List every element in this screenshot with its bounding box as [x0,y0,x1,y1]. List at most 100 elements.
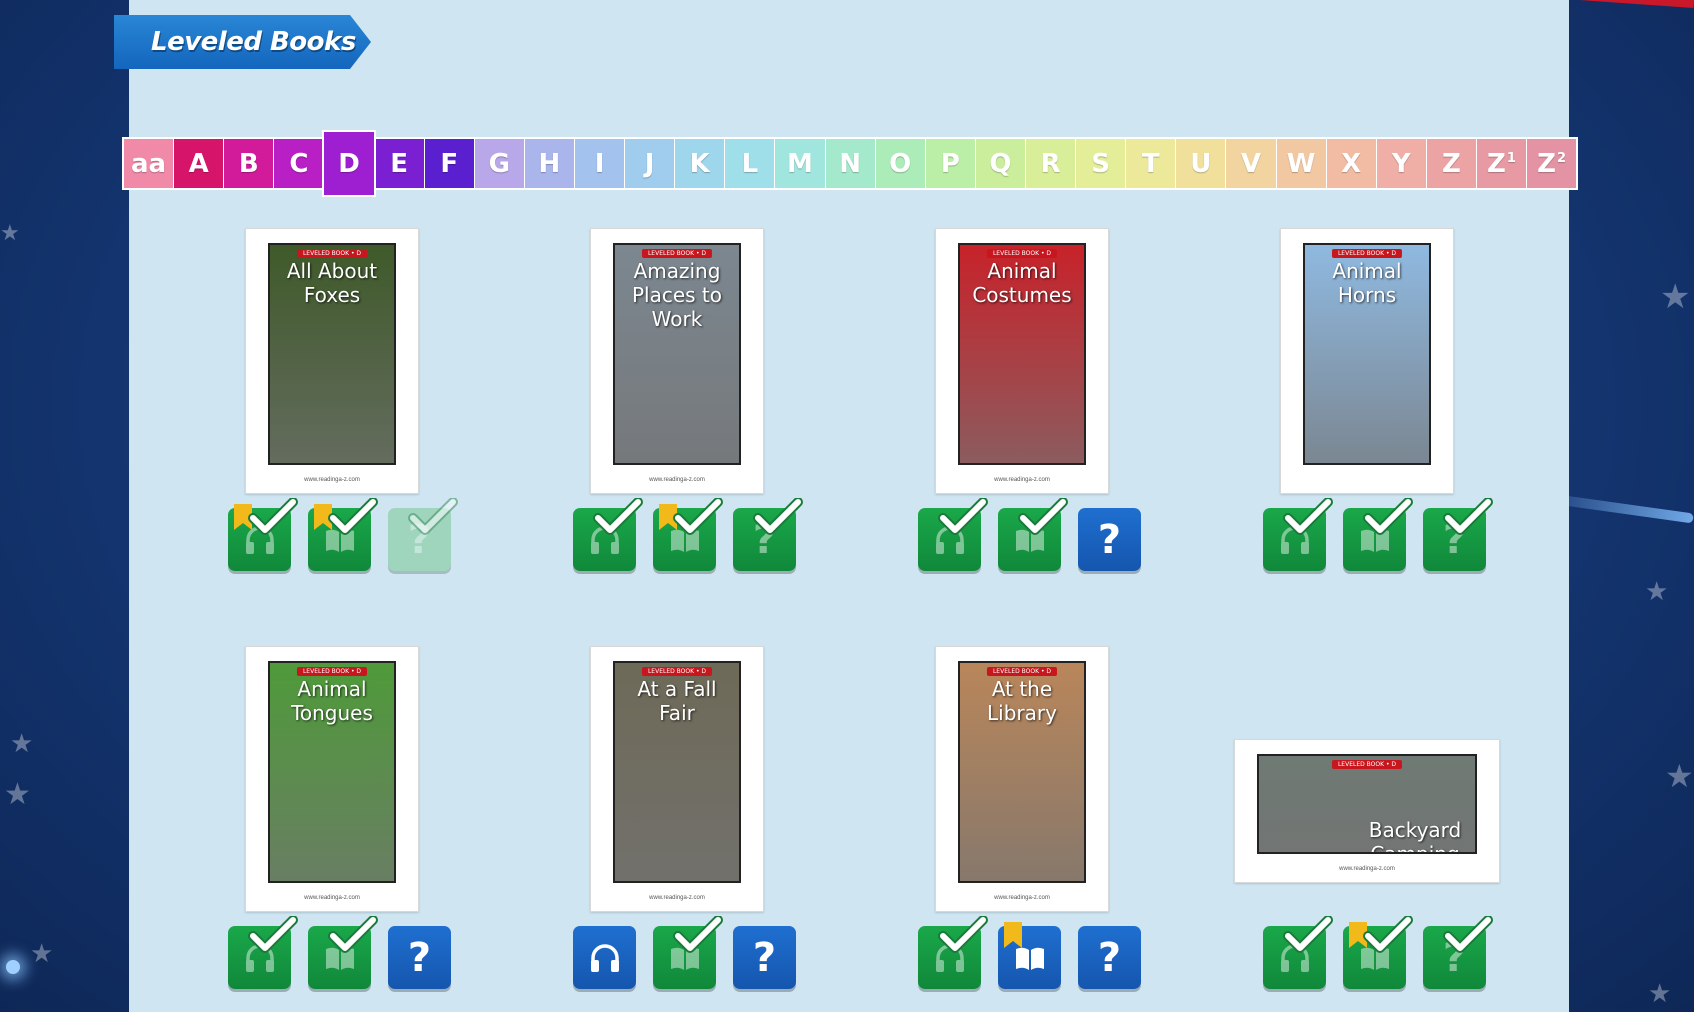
level-tab-b[interactable]: B [224,139,274,188]
listen-button[interactable] [228,498,298,571]
star-decoration: ★ [1645,576,1669,606]
book-title: Animal Horns [1332,259,1402,307]
level-tab-v[interactable]: V [1226,139,1276,188]
book-cover[interactable]: LEVELED BOOK • D Animal Tongues www.readin… [245,646,419,912]
cover-level-tag: LEVELED BOOK • D [1331,249,1403,258]
level-tab-label: G [488,148,510,179]
quiz-button[interactable]: ? [388,926,451,989]
level-tab-u[interactable]: U [1176,139,1226,188]
level-tab-z2[interactable]: Z2 [1527,139,1577,188]
cover-image: LEVELED BOOK • D Animal Costumes [958,243,1086,465]
level-tab-label: K [689,148,710,179]
listen-button[interactable] [1263,916,1333,989]
level-tab-z[interactable]: Z [1426,139,1476,188]
cover-level-tag: LEVELED BOOK • D [641,249,713,258]
book-cover[interactable]: LEVELED BOOK • D At a Fall Fair www.readin… [590,646,764,912]
level-tab-h[interactable]: H [524,139,574,188]
level-tab-label: Z [1487,148,1506,179]
cover-footer: www.readinga-z.com [994,477,1050,483]
listen-button[interactable] [918,916,988,989]
read-button[interactable] [653,916,723,989]
level-tab-z1[interactable]: Z1 [1476,139,1527,188]
level-tab-g[interactable]: G [474,139,524,188]
level-tab-c[interactable]: C [274,139,324,188]
book-title: Backyard Camping [1368,818,1462,854]
star-decoration: ★ [4,778,31,811]
level-tab-w[interactable]: W [1276,139,1326,188]
level-tab-r[interactable]: R [1025,139,1076,188]
level-tab-t[interactable]: T [1126,139,1176,188]
read-button[interactable] [998,498,1068,571]
level-tab-l[interactable]: L [725,139,775,188]
cover-footer: www.readinga-z.com [304,477,360,483]
quiz-button[interactable]: ? [1423,498,1493,571]
read-button[interactable] [1343,916,1413,989]
level-tab-q[interactable]: Q [975,139,1025,188]
star-decoration: ★ [30,938,54,968]
read-button[interactable] [308,498,378,571]
level-tab-s[interactable]: S [1076,139,1126,188]
read-button[interactable] [308,916,378,989]
level-tab-o[interactable]: O [875,139,925,188]
star-decoration: ★ [1660,278,1691,316]
headphones-icon [588,941,622,975]
level-tab-label: M [787,148,813,179]
quiz-button[interactable]: ? [1078,508,1141,571]
book-activity-buttons: ? [1263,916,1493,989]
level-tab-label: C [289,148,309,179]
level-tab-n[interactable]: N [825,139,875,188]
book-cover[interactable]: LEVELED BOOK • D At the Library www.readin… [935,646,1109,912]
question-mark-icon: ? [1097,934,1122,981]
level-tab-f[interactable]: F [424,139,474,188]
book-activity-buttons: ? [918,916,1141,989]
cover-image: LEVELED BOOK • D All About Foxes [268,243,396,465]
quiz-button[interactable]: ? [733,926,796,989]
level-tab-label: R [1040,148,1061,179]
level-tab-i[interactable]: I [574,139,625,188]
cover-level-tag: LEVELED BOOK • D [986,667,1058,676]
level-tab-y[interactable]: Y [1376,139,1426,188]
level-tab-a[interactable]: A [174,139,224,188]
level-tab-k[interactable]: K [675,139,725,188]
book-cover[interactable]: LEVELED BOOK • D Animal Costumes www.readi… [935,228,1109,494]
level-tab-d[interactable]: D [324,132,374,195]
quiz-button[interactable]: ? [1078,926,1141,989]
level-tab-label: L [741,148,759,179]
read-button[interactable] [653,498,723,571]
level-tab-x[interactable]: X [1326,139,1376,188]
listen-button[interactable] [918,498,988,571]
book-title: At the Library [987,677,1057,725]
level-tab-label: F [440,148,459,179]
book-activity-buttons: ? [918,498,1141,571]
quiz-button[interactable]: ? [733,498,803,571]
quiz-button[interactable]: ? [1423,916,1493,989]
level-tab-label: D [338,148,360,179]
book-title: Animal Tongues [291,677,373,725]
red-streak [1573,0,1694,8]
level-tab-m[interactable]: M [775,139,825,188]
level-tab-p[interactable]: P [925,139,975,188]
level-tab-label: aa [131,148,167,179]
book-cover[interactable]: LEVELED BOOK • D Animal Horns [1280,228,1454,494]
listen-button[interactable] [228,916,298,989]
book-cover[interactable]: LEVELED BOOK • D Amazing Places to Work ww… [590,228,764,494]
level-tab-e[interactable]: E [374,139,424,188]
level-tab-label: J [644,148,655,179]
book-cover[interactable]: LEVELED BOOK • D All About Foxes www.readi… [245,228,419,494]
book-cover[interactable]: LEVELED BOOK • D Backyard Camping www.read… [1234,739,1500,883]
level-tab-label: O [889,148,912,179]
book-title: All About Foxes [286,259,378,307]
level-tab-j[interactable]: J [625,139,675,188]
read-button[interactable] [998,922,1061,989]
question-mark-icon: ? [407,934,432,981]
listen-button[interactable] [573,498,643,571]
level-tab-label: N [839,148,861,179]
listen-button[interactable] [1263,498,1333,571]
level-tab-label: W [1286,148,1316,179]
read-button[interactable] [1343,498,1413,571]
level-tab-aa[interactable]: aa [124,139,174,188]
book-activity-buttons: ? [228,498,458,571]
quiz-button: ? [388,498,458,571]
listen-button[interactable] [573,926,636,989]
cover-image: LEVELED BOOK • D Animal Tongues [268,661,396,883]
